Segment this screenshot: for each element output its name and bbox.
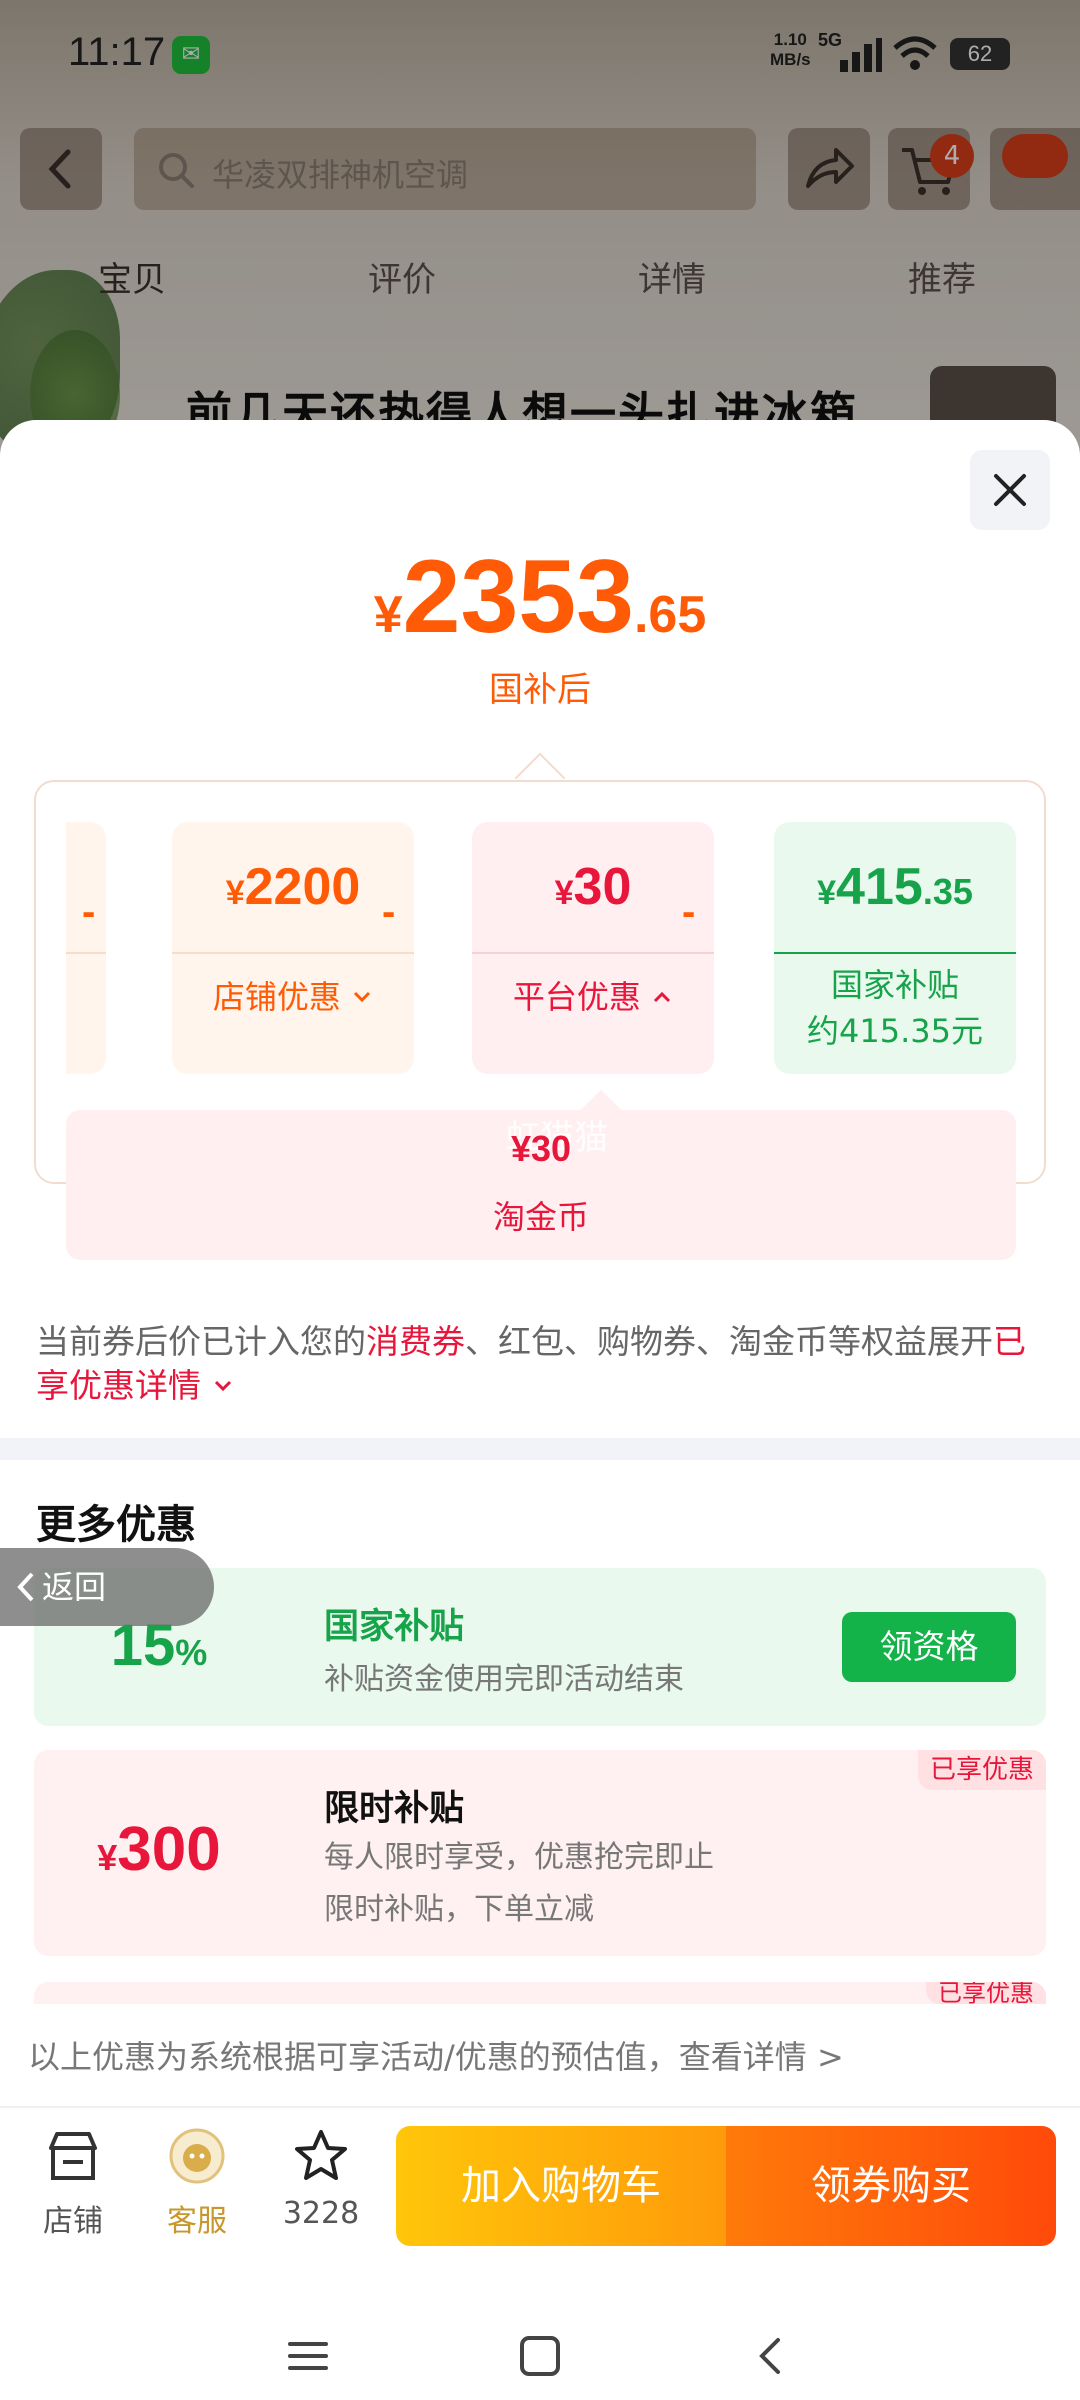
offer-amount: 300 xyxy=(117,1815,221,1884)
price-decimal: .65 xyxy=(633,586,707,644)
close-button[interactable] xyxy=(970,450,1050,530)
offer-subtitle-line1: 每人限时享受，优惠抢完即止 xyxy=(324,1840,714,1875)
star-icon xyxy=(295,2130,347,2180)
store-icon xyxy=(49,2132,97,2180)
offer-title: 限时补贴 xyxy=(324,1789,465,1829)
home-icon[interactable] xyxy=(518,2334,562,2378)
card-divider xyxy=(472,952,714,954)
shop-discount-amount: ¥2200 xyxy=(172,822,414,952)
bottom-action-bar: 店铺 客服 3228 加入购物车 领券购买 xyxy=(0,2106,1080,2256)
gov-subsidy-card[interactable]: ¥415.35 国家补贴 约415.35元 xyxy=(774,822,1016,1074)
limited-subsidy-offer: ¥300 限时补贴 每人限时享受，优惠抢完即止 限时补贴，下单立减 已享优惠 xyxy=(34,1750,1046,1956)
chevron-up-icon xyxy=(654,991,671,1003)
currency: ¥ xyxy=(554,874,574,912)
system-navigation-bar xyxy=(0,2320,1080,2400)
offer-value: ¥300 xyxy=(34,1814,284,1885)
favorite-button[interactable]: 3228 xyxy=(266,2128,376,2231)
offer-subtitle: 每人限时享受，优惠抢完即止 限时补贴，下单立减 xyxy=(324,1832,714,1936)
amount: 415 xyxy=(836,858,923,916)
offer-subtitle: 补贴资金使用完即活动结束 xyxy=(324,1662,684,1697)
currency: ¥ xyxy=(817,874,837,912)
minus-sign: - xyxy=(82,890,96,934)
shop-discount-card[interactable]: ¥2200 店铺优惠 xyxy=(172,822,414,1074)
applied-badge: 已享优惠 xyxy=(926,1982,1046,2004)
back-label: 返回 xyxy=(42,1568,107,1606)
currency: ¥ xyxy=(225,874,245,912)
desc-middle: 、红包、购物券、淘金币等权益展开 xyxy=(465,1322,993,1361)
desc-prefix: 当前券后价已计入您的 xyxy=(36,1322,366,1361)
service-label: 客服 xyxy=(167,2204,227,2239)
discount-card-partial[interactable] xyxy=(66,822,106,1074)
applied-badge: 已享优惠 xyxy=(917,1750,1046,1790)
chevron-left-icon xyxy=(17,1572,34,1602)
modal-overlay[interactable] xyxy=(0,0,1080,460)
floating-back-button[interactable]: 返回 xyxy=(0,1548,214,1626)
shop-label: 店铺 xyxy=(43,2204,103,2239)
amount: 30 xyxy=(573,858,632,916)
shop-button[interactable]: 店铺 xyxy=(18,2128,128,2240)
minus-sign: - xyxy=(382,890,396,934)
minus-sign: - xyxy=(682,890,696,934)
price-label: 国补后 xyxy=(489,670,591,710)
platform-discount-amount: ¥30 xyxy=(472,822,714,952)
customer-service-button[interactable]: 客服 xyxy=(142,2128,252,2240)
gov-subsidy-amount: ¥415.35 xyxy=(774,822,1016,952)
discount-description: 当前券后价已计入您的消费券、红包、购物券、淘金币等权益展开已享优惠详情 xyxy=(36,1320,1046,1408)
gov-subsidy-title: 国家补贴 xyxy=(830,966,959,1004)
more-discounts-title: 更多优惠 xyxy=(36,1502,196,1548)
shop-discount-text: 店铺优惠 xyxy=(212,978,341,1016)
offer-card-partial: 已享优惠 xyxy=(34,1982,1046,2004)
platform-discount-card[interactable]: ¥30 平台优惠 xyxy=(472,822,714,1074)
claim-coupon-buy-button[interactable]: 领券购买 xyxy=(726,2126,1056,2246)
favorite-count: 3228 xyxy=(282,2196,360,2231)
coin-amount: ¥30 xyxy=(510,1128,572,1169)
background-product-page: 11:17 ✉ 1.10 MB/s 5G 62 华凌双排神机空调 4 宝贝 评价… xyxy=(0,0,1080,460)
add-to-cart-button[interactable]: 加入购物车 xyxy=(396,2126,726,2246)
gov-subsidy-label: 国家补贴 约415.35元 xyxy=(774,962,1016,1054)
purchase-buttons: 加入购物车 领券购买 xyxy=(396,2126,1056,2246)
desc-highlight: 消费券 xyxy=(366,1322,465,1361)
coin-discount-detail: 虹猫猫 ¥30 淘金币 xyxy=(66,1110,1016,1260)
discount-sheet: ¥2353.65 国补后 - ¥2200 店铺优惠 - ¥30 平台优惠 - ¥… xyxy=(0,420,1080,2400)
offer-subtitle-line2: 限时补贴，下单立减 xyxy=(324,1892,594,1927)
chevron-down-icon xyxy=(214,1380,231,1392)
final-price: ¥2353.65 xyxy=(0,538,1080,657)
gov-subsidy-approx: 约415.35元 xyxy=(807,1012,983,1050)
coin-label: 淘金币 xyxy=(492,1198,589,1236)
price-breakdown: - ¥2200 店铺优惠 - ¥30 平台优惠 - ¥415.35 国家补贴 约 xyxy=(34,780,1046,1260)
amount: 2200 xyxy=(244,858,361,916)
price-currency: ¥ xyxy=(373,586,403,644)
section-divider xyxy=(0,1438,1080,1460)
offer-currency: ¥ xyxy=(97,1837,118,1878)
menu-icon[interactable] xyxy=(286,2334,330,2378)
card-divider xyxy=(172,952,414,954)
claim-qualification-button[interactable]: 领资格 xyxy=(842,1612,1016,1682)
price-integer: 2353 xyxy=(402,539,634,655)
platform-discount-text: 平台优惠 xyxy=(512,978,641,1016)
close-icon xyxy=(994,474,1026,506)
card-divider xyxy=(774,952,1016,954)
estimate-footnote-link[interactable]: 以上优惠为系统根据可享活动/优惠的预估值，查看详情 > xyxy=(28,2032,844,2078)
system-back-icon[interactable] xyxy=(750,2334,794,2378)
offer-percent-unit: % xyxy=(175,1632,208,1673)
platform-discount-label: 平台优惠 xyxy=(472,974,714,1020)
offer-title: 国家补贴 xyxy=(324,1607,465,1647)
decimal: .35 xyxy=(922,871,973,912)
chevron-down-icon xyxy=(354,991,371,1003)
card-divider xyxy=(66,952,106,954)
customer-service-icon xyxy=(169,2128,225,2184)
shop-discount-label: 店铺优惠 xyxy=(172,974,414,1020)
